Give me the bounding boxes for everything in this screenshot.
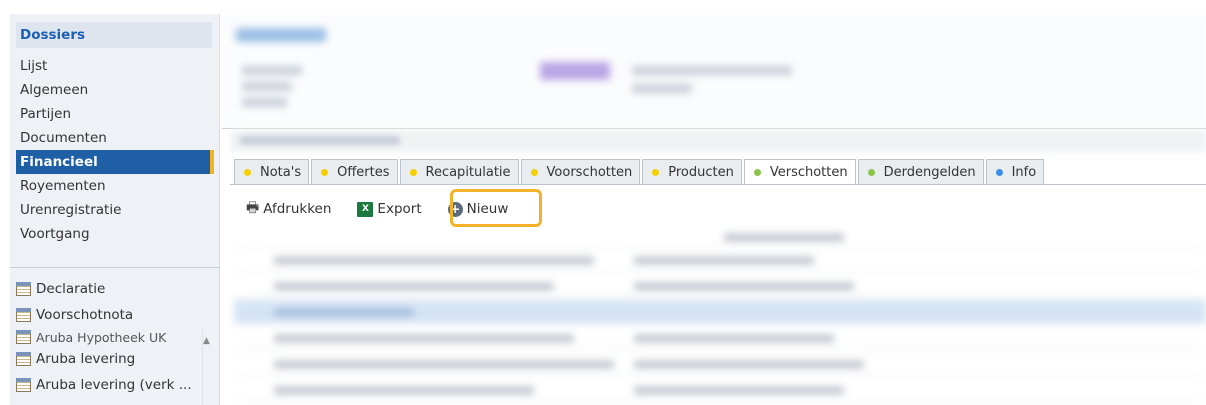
excel-icon: X [357,201,374,217]
document-item[interactable]: Aruba levering [16,346,216,372]
table-row[interactable] [234,352,1206,376]
sidebar-item-financieel[interactable]: Financieel [16,150,214,174]
status-dot [867,168,875,176]
tab-label: Verschotten [769,165,848,180]
sidebar: Dossiers Lijst Algemeen Partijen Documen… [10,14,220,405]
sidebar-item-documenten[interactable]: Documenten [16,126,226,150]
tab-verschotten[interactable]: Verschotten [743,159,856,185]
status-dot [753,169,761,176]
tab-label: Info [1011,164,1037,180]
tab-divider [230,184,1206,185]
sidebar-item-voortgang[interactable]: Voortgang [16,222,226,246]
table-row[interactable] [234,378,1206,402]
status-dot [995,168,1003,176]
sidebar-header[interactable]: Dossiers [16,22,212,48]
verschotten-table [234,228,1206,405]
sidebar-divider [10,267,220,268]
table-row[interactable] [234,274,1206,298]
document-item[interactable]: Aruba Hypotheek UK [16,328,216,346]
tab-offertes[interactable]: Offertes [311,159,398,184]
status-dot [409,168,417,176]
document-label: Aruba levering [36,351,136,367]
calendar-icon [16,282,31,296]
export-label: Export [377,201,422,217]
calendar-icon [16,352,31,366]
tab-label: Nota's [260,164,302,180]
tab-derdengelden[interactable]: Derdengelden [857,159,984,184]
new-button-highlight [450,189,542,227]
dossier-header-panel [222,14,1206,128]
financial-tabs: Nota's Offertes Recapitulatie Voorschott… [234,159,1046,185]
calendar-icon [16,308,31,322]
export-button[interactable]: X Export [357,201,422,217]
printer-icon: 🖶 [246,200,260,216]
sidebar-nav: Lijst Algemeen Partijen Documenten Finan… [16,54,226,246]
document-label: Aruba levering (verk ... [36,377,192,393]
table-row[interactable] [234,300,1206,324]
status-dot [652,168,660,176]
sidebar-item-royementen[interactable]: Royementen [16,174,226,198]
dossier-subheader [230,130,1206,152]
tab-notas[interactable]: Nota's [234,159,310,184]
tab-info[interactable]: Info [985,159,1045,184]
document-label: Voorschotnota [36,307,134,323]
tab-producten[interactable]: Producten [642,159,742,184]
document-item[interactable]: Declaratie [16,276,216,302]
tab-recapitulatie[interactable]: Recapitulatie [399,159,519,184]
status-dot [530,168,538,176]
tab-label: Offertes [337,164,390,180]
status-dot [321,168,329,176]
sidebar-item-lijst[interactable]: Lijst [16,54,226,78]
tab-label: Producten [668,164,734,180]
document-label: Aruba Hypotheek UK [36,329,167,345]
document-label: Declaratie [36,281,106,297]
calendar-icon [16,330,31,344]
sidebar-item-algemeen[interactable]: Algemeen [16,78,226,102]
document-item[interactable]: Aruba levering (verk ... [16,372,216,398]
sidebar-item-urenregistratie[interactable]: Urenregistratie [16,198,226,222]
tab-label: Derdengelden [883,164,976,180]
print-button[interactable]: 🖶 Afdrukken [246,197,331,221]
sidebar-item-partijen[interactable]: Partijen [16,102,226,126]
print-label: Afdrukken [263,201,332,217]
status-dot [244,168,251,176]
tab-label: Voorschotten [546,164,633,180]
table-row[interactable] [234,248,1206,272]
table-row[interactable] [234,326,1206,350]
document-list: Declaratie Voorschotnota Aruba Hypotheek… [16,276,216,398]
tab-label: Recapitulatie [425,164,511,180]
tab-voorschotten[interactable]: Voorschotten [520,159,641,184]
table-header [234,228,1206,248]
header-divider [222,128,1206,129]
calendar-icon [16,378,31,392]
document-item[interactable]: Voorschotnota [16,302,216,328]
scroll-up-icon[interactable]: ▲ [203,336,210,346]
